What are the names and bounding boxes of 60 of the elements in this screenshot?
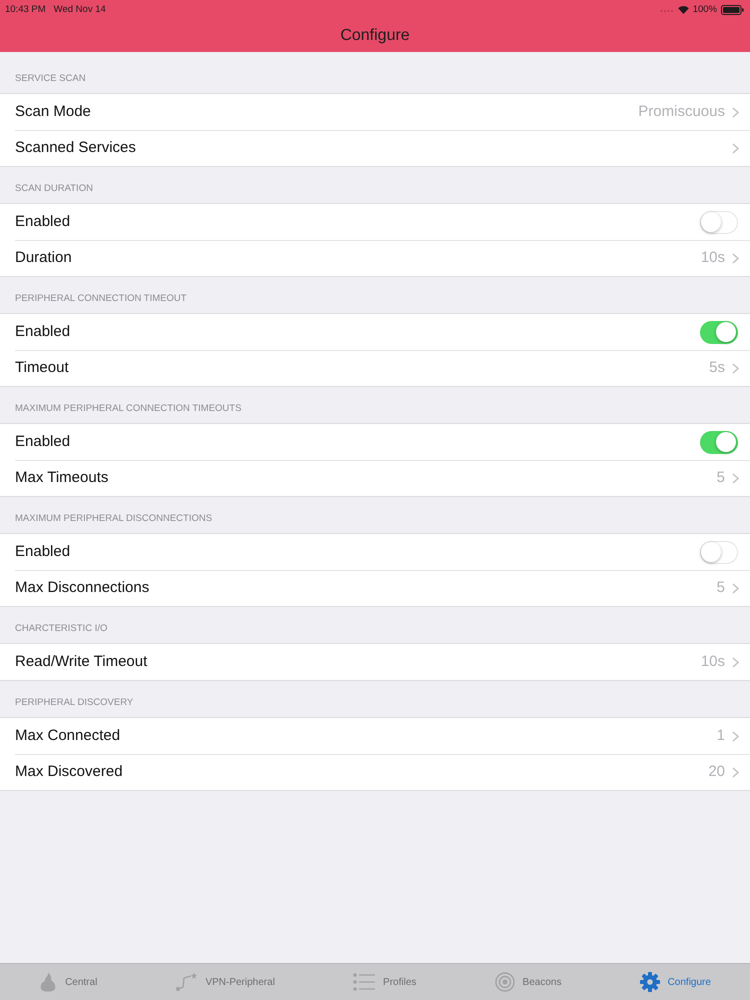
row-label: Scan Mode: [15, 102, 92, 122]
row-value: 10s: [700, 652, 725, 672]
section-header: SERVICE SCAN: [15, 73, 86, 85]
settings-row[interactable]: Timeout 5s: [0, 350, 750, 386]
row-value: 5: [716, 468, 725, 488]
chevron-icon: [732, 583, 739, 594]
chevron-icon: [732, 473, 739, 484]
settings-row[interactable]: Read/Write Timeout 10s: [0, 644, 750, 680]
row-label: Enabled: [15, 432, 72, 452]
connector-icon: [175, 972, 198, 992]
settings-row[interactable]: Max Discovered 20: [0, 754, 750, 790]
settings-row[interactable]: Max Timeouts 5: [0, 460, 750, 496]
row-label: Scanned Services: [15, 138, 137, 158]
settings-icon: [640, 972, 660, 992]
row-label: Enabled: [15, 542, 72, 562]
chevron-icon: [732, 656, 739, 668]
chevron-icon: [732, 363, 739, 374]
battery-icon: [721, 5, 744, 15]
chevron-icon: [732, 767, 739, 778]
section-header: SCAN DURATION: [15, 183, 93, 195]
status-date: Wed Nov 14: [54, 2, 106, 17]
section-header: CHARCTERISTIC I/O: [15, 623, 108, 635]
row-label: Max Disconnections: [15, 578, 150, 598]
row-value: 5s: [709, 358, 725, 378]
signal-icon: [660, 8, 674, 12]
section-header: PERIPHERAL DISCOVERY: [15, 697, 134, 709]
row-value: 5: [716, 578, 725, 598]
chevron-icon: [732, 143, 739, 154]
chevron-icon: [732, 253, 739, 264]
settings-row[interactable]: Duration 10s: [0, 240, 750, 276]
toggle-switch[interactable]: [700, 430, 738, 454]
section-header: PERIPHERAL CONNECTION TIMEOUT: [15, 293, 187, 305]
row-label: Max Timeouts: [15, 468, 110, 488]
settings-row[interactable]: Max Connected 1: [0, 718, 750, 754]
row-label: Enabled: [15, 322, 72, 342]
settings-row[interactable]: Max Disconnections 5: [0, 570, 750, 606]
section-header: MAXIMUM PERIPHERAL CONNECTION TIMEOUTS: [15, 403, 242, 415]
chevron-icon: [732, 730, 739, 742]
status-time: 10:43 PM: [5, 2, 46, 17]
section-header: MAXIMUM PERIPHERAL DISCONNECTIONS: [15, 513, 212, 525]
target-icon: [494, 972, 515, 992]
settings-row[interactable]: Scan Mode Promiscuous: [0, 94, 750, 130]
settings-row[interactable]: Scanned Services: [0, 130, 750, 166]
row-label: Duration: [15, 248, 73, 268]
row-label: Enabled: [15, 212, 72, 232]
page-title: Configure: [340, 26, 410, 46]
row-value: 10s: [700, 248, 725, 268]
chevron-icon: [732, 106, 739, 118]
flame-icon: [39, 972, 58, 992]
row-label: Read/Write Timeout: [15, 652, 148, 672]
row-label: Max Discovered: [15, 762, 124, 782]
row-value: 20: [708, 762, 725, 782]
toggle-switch[interactable]: [700, 320, 738, 344]
battery-percentage: 100%: [692, 2, 717, 17]
wifi-icon: [678, 6, 689, 14]
list-icon: [353, 973, 376, 991]
row-label: Timeout: [15, 358, 70, 378]
row-value: Promiscuous: [638, 102, 725, 122]
row-label: Max Connected: [15, 726, 122, 746]
row-value: 1: [716, 726, 725, 746]
